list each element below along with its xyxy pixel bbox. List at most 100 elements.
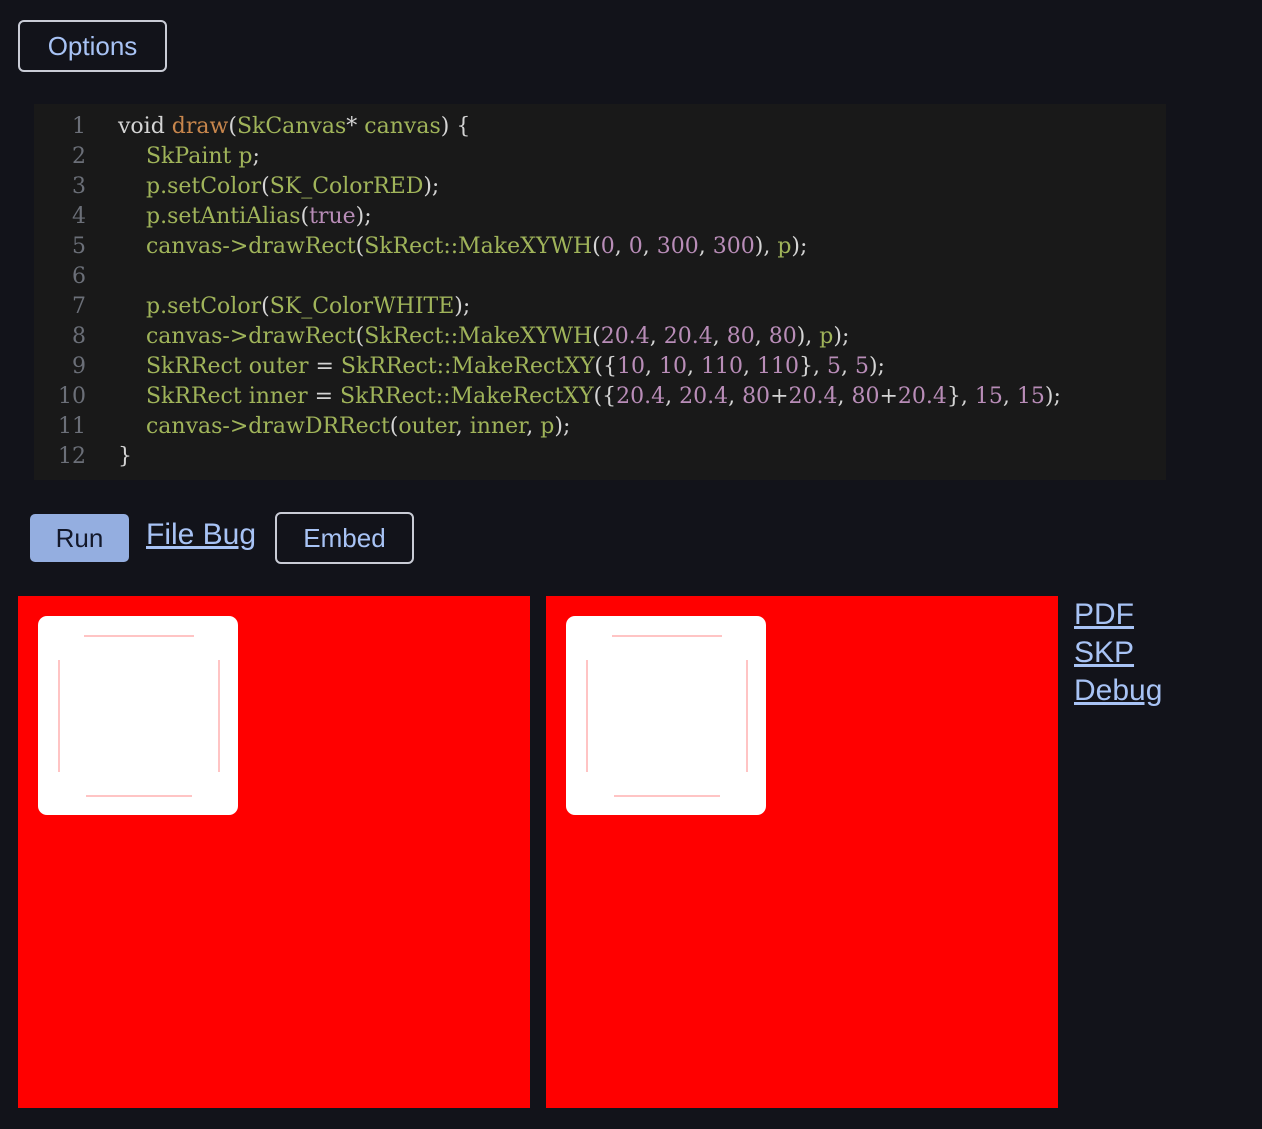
code-token: true — [309, 204, 356, 229]
code-token: ); — [833, 324, 850, 349]
debug-link[interactable]: Debug — [1074, 672, 1162, 710]
code-token: ( — [228, 114, 237, 139]
code-token: ); — [423, 174, 440, 199]
embed-button[interactable]: Embed — [275, 512, 414, 564]
line-number: 6 — [72, 264, 86, 289]
code-token: setColor — [167, 174, 262, 199]
code-token: + — [770, 384, 789, 409]
code-token: ( — [592, 234, 601, 259]
code-token: , — [649, 324, 664, 349]
code-token: ( — [300, 204, 310, 229]
code-token: , — [665, 384, 680, 409]
code-token: SkRect::MakeXYWH — [364, 324, 593, 349]
code-line: 1 void draw(SkCanvas* canvas) { — [34, 112, 1166, 142]
code-token: inner — [469, 414, 527, 439]
skp-link[interactable]: SKP — [1074, 634, 1162, 672]
code-token: canvas->drawDRRect — [145, 414, 390, 439]
line-number: 7 — [72, 294, 86, 319]
code-token: , — [712, 324, 727, 349]
code-line: 7 p.setColor(SK_ColorWHITE); — [34, 292, 1166, 322]
file-bug-link[interactable]: File Bug — [146, 518, 256, 552]
code-token: SK_ColorRED — [269, 174, 424, 199]
code-token: canvas->drawRect — [145, 234, 356, 259]
code-token: }, — [798, 354, 827, 379]
code-token: ( — [355, 324, 365, 349]
code-token: 10 — [616, 354, 645, 379]
fiddle-page: Options 1 void draw(SkCanvas* canvas) {2 … — [0, 0, 1262, 1129]
code-token: , — [698, 234, 713, 259]
code-text: SkRRect outer = SkRRect::MakeRectXY({10,… — [118, 352, 885, 382]
code-text: void draw(SkCanvas* canvas) { — [118, 112, 470, 142]
code-token: p — [540, 414, 555, 439]
code-line: 11 canvas->drawDRRect(outer, inner, p); — [34, 412, 1166, 442]
code-token: p. — [145, 204, 168, 229]
code-editor[interactable]: 1 void draw(SkCanvas* canvas) {2 SkPaint … — [34, 104, 1166, 480]
line-number: 12 — [58, 444, 86, 469]
code-token: canvas->drawRect — [145, 324, 356, 349]
code-token: ); — [868, 354, 885, 379]
code-text: } — [118, 442, 132, 472]
code-token: , — [840, 354, 855, 379]
code-token: , — [644, 354, 659, 379]
code-token: ) { — [440, 114, 471, 139]
code-token: 15 — [974, 384, 1003, 409]
code-token: 0 — [628, 234, 643, 259]
code-token: 15 — [1016, 384, 1045, 409]
code-token: setColor — [167, 294, 262, 319]
code-token: SkRect::MakeXYWH — [364, 234, 593, 259]
run-button[interactable]: Run — [30, 514, 129, 562]
code-token: 10 — [658, 354, 687, 379]
code-token: + — [879, 384, 898, 409]
gpu-output — [546, 596, 1058, 1108]
code-text: canvas->drawDRRect(outer, inner, p); — [118, 412, 570, 442]
line-number: 2 — [72, 144, 86, 169]
code-token: setAntiAlias — [167, 204, 301, 229]
code-token: p — [819, 324, 834, 349]
pdf-link[interactable]: PDF — [1074, 596, 1162, 634]
raster-canvas — [18, 596, 530, 1108]
code-line: 10 SkRRect inner = SkRRect::MakeRectXY({… — [34, 382, 1166, 412]
code-token: 80 — [851, 384, 880, 409]
code-token: * — [346, 114, 365, 139]
code-token: 80 — [768, 324, 797, 349]
code-token: ( — [261, 174, 270, 199]
code-token: ); — [355, 204, 372, 229]
line-number: 5 — [72, 234, 86, 259]
code-token: = — [314, 384, 341, 409]
code-token: 300 — [656, 234, 699, 259]
code-token: , — [728, 384, 743, 409]
code-text: p.setColor(SK_ColorWHITE); — [118, 292, 470, 322]
code-token: outer — [398, 414, 456, 439]
code-token: void — [118, 114, 172, 139]
code-token: 0 — [600, 234, 615, 259]
code-token: , — [455, 414, 470, 439]
code-token: , — [614, 234, 629, 259]
code-token: , — [642, 234, 657, 259]
line-number: 8 — [72, 324, 86, 349]
code-token: SkRRect::MakeRectXY — [340, 384, 594, 409]
code-token: p — [777, 234, 792, 259]
code-token: ( — [592, 324, 601, 349]
code-token: 20.4 — [788, 384, 838, 409]
code-text: canvas->drawRect(SkRect::MakeXYWH(0, 0, … — [118, 232, 807, 262]
code-token: 110 — [700, 354, 743, 379]
code-token: SK_ColorWHITE — [269, 294, 455, 319]
code-line: 9 SkRRect outer = SkRRect::MakeRectXY({1… — [34, 352, 1166, 382]
line-number: 4 — [72, 204, 86, 229]
code-line: 8 canvas->drawRect(SkRect::MakeXYWH(20.4… — [34, 322, 1166, 352]
code-token: SkRRect::MakeRectXY — [340, 354, 595, 379]
code-token: , — [526, 414, 541, 439]
code-text: SkRRect inner = SkRRect::MakeRectXY({20.… — [118, 382, 1061, 412]
code-token: ({ — [593, 384, 617, 409]
code-token: 80 — [742, 384, 771, 409]
white-rounded-square — [38, 616, 238, 815]
options-button[interactable]: Options — [18, 20, 167, 72]
code-token: ({ — [594, 354, 617, 379]
line-number: 3 — [72, 174, 86, 199]
